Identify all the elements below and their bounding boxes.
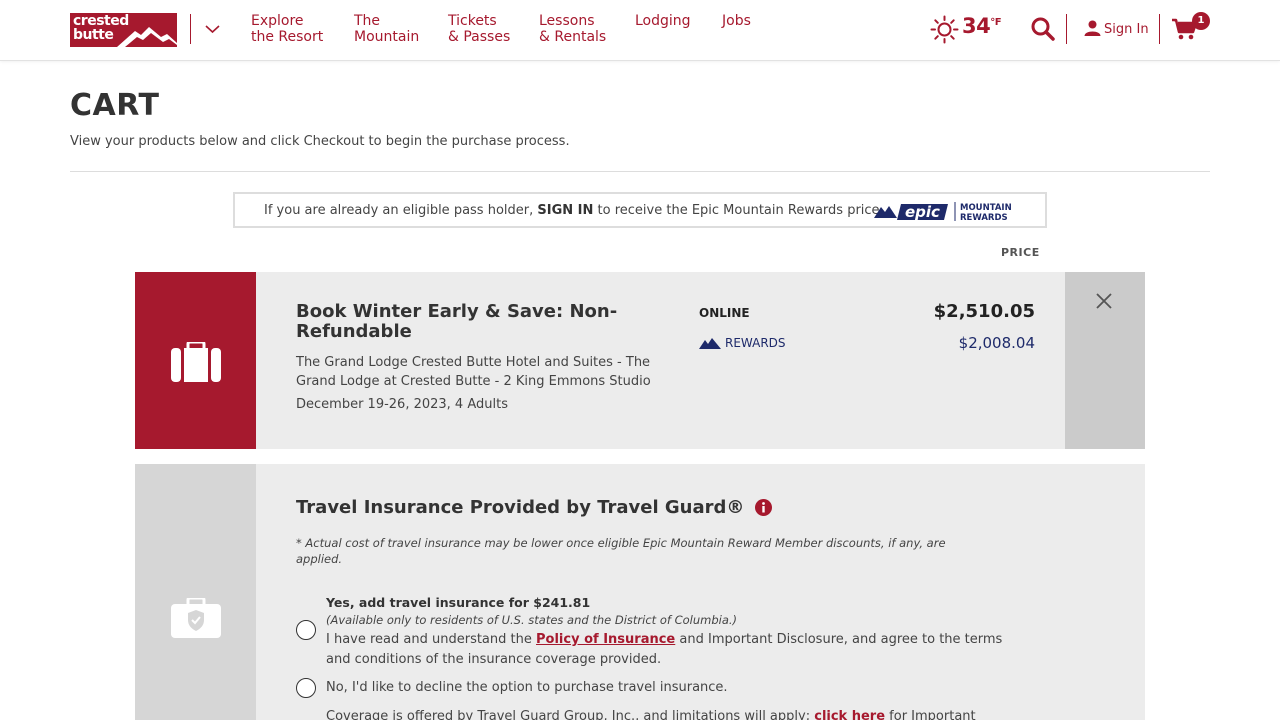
page-title: CART	[70, 88, 160, 123]
insurance-title: Travel Insurance Provided by Travel Guar…	[296, 497, 772, 518]
insurance-terms: I have read and understand the Policy of…	[326, 632, 1003, 667]
logo-text: crested butte	[73, 13, 129, 43]
header-divider	[1159, 14, 1160, 44]
rewards-notice-text: If you are already an eligible pass hold…	[264, 203, 884, 218]
insurance-icon-panel	[135, 464, 256, 720]
item-description: The Grand Lodge Crested Butte Hotel and …	[296, 355, 651, 389]
nav-lodging[interactable]: Lodging	[635, 13, 691, 29]
sun-icon	[930, 15, 959, 44]
close-icon[interactable]	[1095, 292, 1113, 310]
rewards-price: $2,008.04	[958, 334, 1035, 352]
insurance-note: * Actual cost of travel insurance may be…	[296, 536, 946, 566]
item-icon-panel	[135, 272, 256, 449]
insurance-decline-label: No, I'd like to decline the option to pu…	[326, 680, 728, 695]
cart-item: Book Winter Early & Save: Non-Refundable…	[135, 272, 1145, 449]
epic-mountain-icon	[699, 338, 721, 349]
price-column-header: PRICE	[1001, 246, 1040, 259]
online-price: $2,510.05	[933, 301, 1035, 322]
sign-in-link[interactable]: Sign In	[1084, 20, 1149, 37]
insurance-yes-radio[interactable]	[296, 620, 316, 640]
user-icon	[1084, 20, 1101, 36]
logo-divider	[190, 14, 191, 44]
cart-count-badge: 1	[1192, 12, 1210, 30]
divider	[70, 171, 1210, 172]
travel-insurance-section: Travel Insurance Provided by Travel Guar…	[135, 464, 1145, 720]
coverage-disclosure: Coverage is offered by Travel Guard Grou…	[326, 709, 1026, 720]
nav-the-mountain[interactable]: The Mountain	[354, 13, 419, 45]
svg-text:MOUNTAIN: MOUNTAIN	[960, 203, 1012, 213]
info-icon[interactable]	[754, 499, 772, 516]
header-divider	[1066, 14, 1067, 44]
chevron-down-icon[interactable]	[205, 24, 220, 34]
crested-butte-logo[interactable]: crested butte	[70, 13, 177, 47]
temperature-readout[interactable]: 34°F	[962, 14, 1002, 38]
policy-of-insurance-link[interactable]: Policy of Insurance	[536, 632, 675, 647]
nav-tickets-passes[interactable]: Tickets & Passes	[448, 13, 510, 45]
svg-text:epic: epic	[905, 203, 940, 221]
item-dates: December 19-26, 2023, 4 Adults	[296, 397, 508, 412]
insured-suitcase-icon	[171, 598, 221, 638]
insurance-yes-title: Yes, add travel insurance for $241.81	[326, 595, 591, 610]
click-here-link[interactable]: click here	[814, 709, 885, 720]
nav-jobs[interactable]: Jobs	[722, 13, 751, 29]
online-price-label: ONLINE	[699, 306, 750, 320]
epic-mountain-rewards-logo: epic MOUNTAIN REWARDS	[874, 202, 1012, 223]
remove-item-panel	[1065, 272, 1145, 449]
rewards-notice: If you are already an eligible pass hold…	[233, 192, 1047, 228]
suitcase-icon	[171, 342, 221, 382]
insurance-no-radio[interactable]	[296, 678, 316, 698]
page-subtitle: View your products below and click Check…	[70, 134, 570, 149]
search-icon[interactable]	[1030, 16, 1056, 42]
nav-explore-the-resort[interactable]: Explore the Resort	[251, 13, 323, 45]
nav-lessons-rentals[interactable]: Lessons & Rentals	[539, 13, 606, 45]
svg-text:REWARDS: REWARDS	[960, 213, 1008, 223]
item-title: Book Winter Early & Save: Non-Refundable	[296, 301, 618, 342]
insurance-availability: (Available only to residents of U.S. sta…	[326, 613, 738, 627]
rewards-price-label: REWARDS	[699, 336, 786, 350]
site-header: crested butte Explore the Resort The Mounta…	[0, 0, 1280, 61]
sign-in-link[interactable]: SIGN IN	[537, 203, 593, 218]
